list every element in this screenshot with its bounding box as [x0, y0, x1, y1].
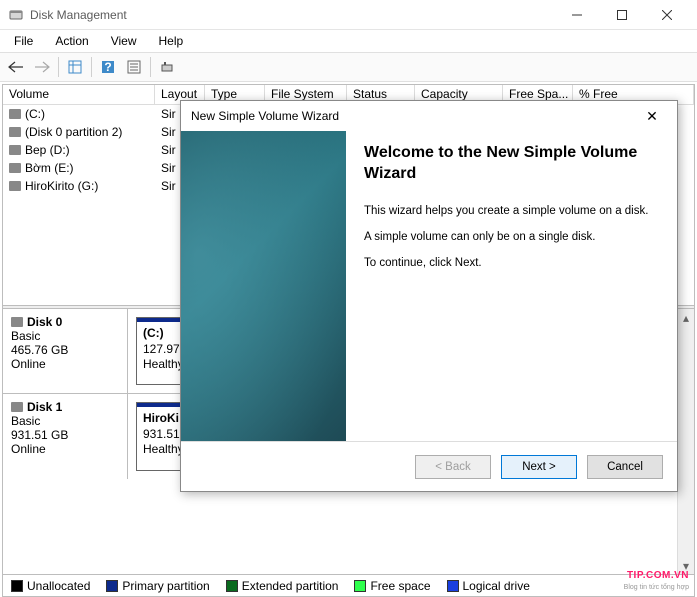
window-title: Disk Management — [30, 8, 554, 22]
disk-icon — [11, 402, 23, 412]
volume-name: (Disk 0 partition 2) — [25, 125, 122, 139]
legend-bar: Unallocated Primary partition Extended p… — [2, 575, 695, 597]
watermark: TIP.COM.VN — [627, 570, 689, 581]
back-button[interactable] — [4, 55, 28, 79]
properties-icon[interactable] — [122, 55, 146, 79]
volume-name: HiroKirito (G:) — [25, 179, 98, 193]
window-titlebar: Disk Management — [0, 0, 697, 30]
wizard-text: A simple volume can only be on a single … — [364, 231, 659, 243]
wizard-heading: Welcome to the New Simple Volume Wizard — [364, 143, 659, 185]
disk-summary[interactable]: Disk 0 Basic 465.76 GB Online — [3, 309, 128, 393]
toolbar: ? — [0, 52, 697, 82]
swatch-freespace — [354, 580, 366, 592]
next-button[interactable]: Next > — [501, 455, 577, 479]
legend-label: Free space — [370, 579, 430, 593]
volume-name: Bờm (E:) — [25, 161, 74, 175]
disk-status: Online — [11, 442, 119, 456]
drive-icon — [9, 163, 21, 173]
wizard-sidebar-graphic — [181, 131, 346, 441]
menu-help[interactable]: Help — [149, 32, 194, 50]
disk-icon — [11, 317, 23, 327]
legend-label: Primary partition — [122, 579, 209, 593]
scroll-up-icon[interactable]: ▴ — [678, 309, 694, 326]
drive-icon — [9, 145, 21, 155]
back-button: < Back — [415, 455, 491, 479]
drive-icon — [9, 181, 21, 191]
legend-label: Logical drive — [463, 579, 530, 593]
minimize-button[interactable] — [554, 0, 599, 30]
close-button[interactable] — [644, 0, 689, 30]
disk-name: Disk 1 — [27, 400, 62, 414]
legend-label: Unallocated — [27, 579, 90, 593]
swatch-logical — [447, 580, 459, 592]
menu-file[interactable]: File — [4, 32, 43, 50]
swatch-extended — [226, 580, 238, 592]
volume-name: Bep (D:) — [25, 143, 70, 157]
refresh-icon[interactable] — [155, 55, 179, 79]
wizard-text: To continue, click Next. — [364, 257, 659, 269]
menu-view[interactable]: View — [101, 32, 147, 50]
menubar: File Action View Help — [0, 30, 697, 52]
col-volume[interactable]: Volume — [3, 85, 155, 104]
volume-name: (C:) — [25, 107, 45, 121]
maximize-button[interactable] — [599, 0, 644, 30]
wizard-dialog: New Simple Volume Wizard ✕ Welcome to th… — [180, 100, 678, 492]
disk-type: Basic — [11, 414, 119, 428]
dialog-titlebar[interactable]: New Simple Volume Wizard ✕ — [181, 101, 677, 131]
disk-name: Disk 0 — [27, 315, 62, 329]
partition-label: HiroKi — [143, 411, 179, 425]
dialog-title: New Simple Volume Wizard — [191, 109, 637, 123]
partition-status: Healthy — [143, 357, 184, 371]
disk-size: 465.76 GB — [11, 343, 119, 357]
menu-action[interactable]: Action — [45, 32, 98, 50]
help-icon[interactable]: ? — [96, 55, 120, 79]
app-icon — [8, 7, 24, 23]
watermark-subtitle: Blog tin tức tổng hợp — [624, 584, 689, 591]
partition-size: 931.51 — [143, 427, 180, 441]
swatch-primary — [106, 580, 118, 592]
legend-label: Extended partition — [242, 579, 339, 593]
forward-button[interactable] — [30, 55, 54, 79]
view-list-icon[interactable] — [63, 55, 87, 79]
dialog-footer: < Back Next > Cancel — [181, 441, 677, 491]
drive-icon — [9, 109, 21, 119]
drive-icon — [9, 127, 21, 137]
partition-size: 127.97 — [143, 342, 180, 356]
svg-text:?: ? — [104, 60, 111, 74]
dialog-close-button[interactable]: ✕ — [637, 101, 667, 131]
disk-type: Basic — [11, 329, 119, 343]
swatch-unallocated — [11, 580, 23, 592]
disk-size: 931.51 GB — [11, 428, 119, 442]
partition-label: (C:) — [143, 326, 164, 340]
cancel-button[interactable]: Cancel — [587, 455, 663, 479]
scrollbar-vertical[interactable]: ▴ ▾ — [677, 309, 694, 574]
wizard-text: This wizard helps you create a simple vo… — [364, 205, 659, 217]
disk-summary[interactable]: Disk 1 Basic 931.51 GB Online — [3, 394, 128, 479]
disk-status: Online — [11, 357, 119, 371]
